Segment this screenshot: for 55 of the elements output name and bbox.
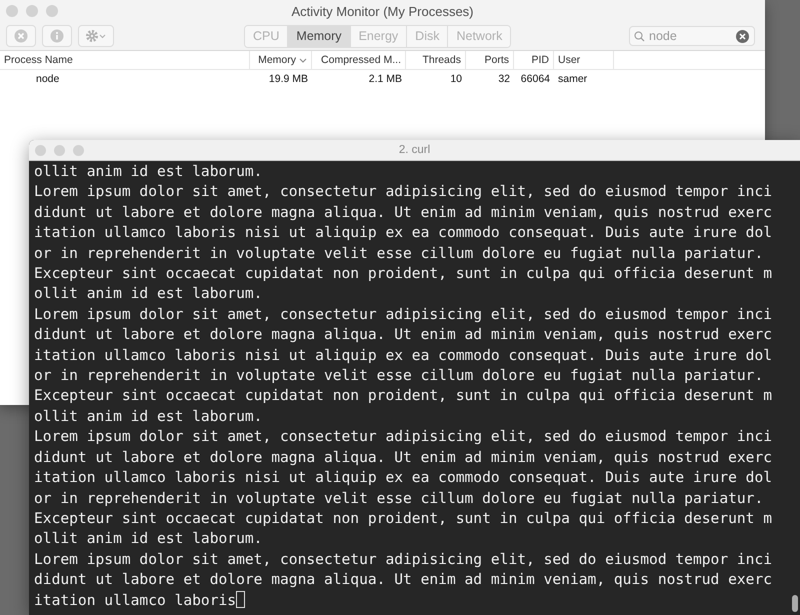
terminal-line: didunt ut labore et dolore magna aliqua. Ut enim ad minim veniam, quis nostrud exerc [34, 325, 772, 346]
search-icon [634, 31, 645, 42]
cursor-icon [236, 590, 246, 608]
terminal-line: or in reprehenderit in voluptate velit esse cillum dolore eu fugiat nulla pariatur. [34, 488, 764, 508]
terminal-line: or in reprehenderit in voluptate velit esse cillum dolore eu fugiat nulla pariatur. [34, 244, 764, 264]
table-cell-text: 10 [449, 73, 463, 85]
terminal-line: itation ullamco laboris [34, 590, 246, 611]
terminal-line: itation ullamco laboris nisi ut aliquip ex ea commodo consequat. Duis aute irure dol [34, 346, 772, 366]
column-header[interactable]: PID [514, 51, 554, 69]
terminal-line: ollit anim id est laborum. [34, 529, 262, 550]
column-header[interactable]: Ports [466, 51, 514, 69]
terminal-line: Excepteur sint occaecat cupidatat non proident, sunt in culpa qui officia deserunt m [34, 264, 772, 284]
window-title: 2. curl [398, 144, 430, 156]
terminal-line: didunt ut labore et dolore magna aliqua. Ut enim ad minim veniam, quis nostrud exerc [34, 448, 772, 468]
column-header[interactable]: Memory [250, 51, 312, 69]
column-header[interactable]: Compressed M... [312, 51, 406, 69]
terminal-line: or in reprehenderit in voluptate velit esse cillum dolore eu fugiat nulla pariatur. [34, 366, 764, 386]
gear-menu-button[interactable] [78, 25, 114, 47]
table-cell-text: 66064 [520, 73, 551, 85]
minimize-window-icon[interactable] [54, 144, 65, 156]
column-header[interactable]: User [554, 51, 614, 69]
terminal-line: ollit anim id est laborum. [34, 162, 262, 182]
info-button[interactable] [42, 25, 72, 47]
terminal-line: itation ullamco laboris nisi ut aliquip ex ea commodo consequat. Duis aute irure dol [34, 223, 772, 244]
info-icon [50, 29, 64, 43]
zoom-window-icon[interactable] [73, 144, 84, 156]
table-cell-text: 2.1 MB [368, 73, 403, 85]
table-cell-text: 32 [497, 73, 511, 85]
scrollbar-thumb[interactable] [792, 595, 798, 612]
gear-icon [85, 29, 107, 43]
terminal-line: itation ullamco laboris nisi ut aliquip ex ea commodo consequat. Duis aute irure dol [34, 468, 772, 488]
clear-icon[interactable] [736, 30, 749, 43]
zoom-window-icon[interactable] [46, 5, 58, 17]
tab[interactable]: Memory [288, 26, 351, 46]
column-header[interactable]: Threads [406, 51, 466, 69]
terminal-line: Lorem ipsum dolor sit amet, consectetur adipisicing elit, sed do eiusmod tempor inci [34, 304, 772, 325]
table-cell-text: node [35, 73, 60, 85]
terminal-line: ollit anim id est laborum. [34, 406, 262, 427]
table-cell-text: samer [557, 73, 588, 85]
column-header[interactable]: Process Name [0, 51, 250, 69]
stop-process-button[interactable] [6, 25, 36, 47]
terminal-line: Excepteur sint occaecat cupidatat non proident, sunt in culpa qui officia deserunt m [34, 508, 772, 529]
terminal-line: didunt ut labore et dolore magna aliqua. Ut enim ad minim veniam, quis nostrud exerc [34, 202, 772, 223]
stop-icon [14, 29, 28, 43]
table-cell-text: 19.9 MB [268, 73, 309, 85]
minimize-window-icon[interactable] [26, 5, 38, 17]
terminal-line: Lorem ipsum dolor sit amet, consectetur adipisicing elit, sed do eiusmod tempor inci [34, 182, 772, 202]
window-title: Activity Monitor (My Processes) [291, 4, 474, 18]
close-window-icon[interactable] [35, 144, 46, 156]
terminal-line: Lorem ipsum dolor sit amet, consectetur adipisicing elit, sed do eiusmod tempor inci [34, 550, 772, 570]
close-window-icon[interactable] [6, 5, 18, 17]
terminal-line: Excepteur sint occaecat cupidatat non proident, sunt in culpa qui officia deserunt m [34, 386, 772, 406]
terminal-line: didunt ut labore et dolore magna aliqua. Ut enim ad minim veniam, quis nostrud exerc [34, 570, 772, 590]
terminal-line: ollit anim id est laborum. [34, 284, 262, 304]
terminal-line: Lorem ipsum dolor sit amet, consectetur adipisicing elit, sed do eiusmod tempor inci [34, 427, 772, 448]
